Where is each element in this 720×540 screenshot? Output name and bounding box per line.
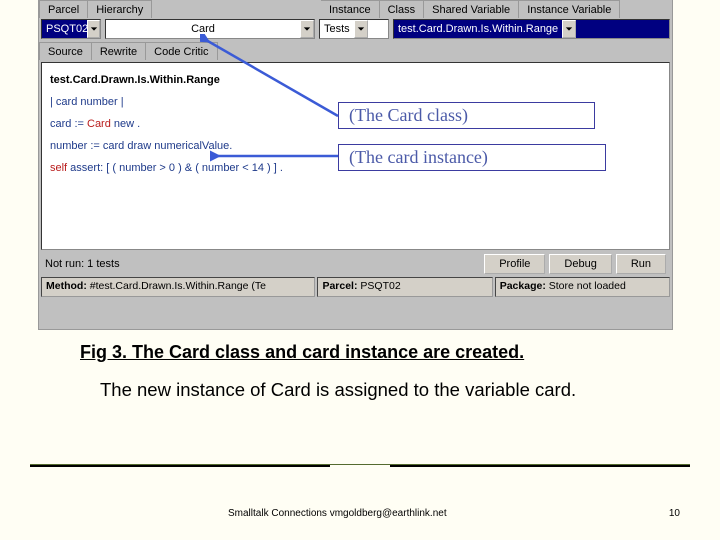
tab-code-critic[interactable]: Code Critic: [145, 42, 217, 60]
code-line-1: test.Card.Drawn.Is.Within.Range: [50, 69, 661, 91]
debug-button[interactable]: Debug: [549, 254, 611, 274]
class-combo[interactable]: Card: [105, 19, 315, 39]
dropdown-arrow-icon[interactable]: [300, 20, 314, 38]
class-combo-value: Card: [106, 23, 300, 35]
info-row: Method: #test.Card.Drawn.Is.Within.Range…: [39, 276, 672, 298]
tab-shared-variable[interactable]: Shared Variable: [423, 0, 519, 18]
dropdown-arrow-icon[interactable]: [562, 20, 576, 38]
profile-button[interactable]: Profile: [484, 254, 545, 274]
tab-parcel[interactable]: Parcel: [39, 0, 88, 18]
package-info: Package: Store not loaded: [495, 277, 670, 297]
top-tabs-row-2: Source Rewrite Code Critic: [39, 40, 672, 60]
figure-caption: Fig 3. The Card class and card instance …: [80, 342, 524, 363]
callout-card-class: (The Card class): [338, 102, 595, 129]
method-combo-value: test.Card.Drawn.Is.Within.Range: [394, 23, 562, 35]
protocol-combo-value: Tests: [320, 23, 354, 35]
parcel-combo-value: PSQT02: [42, 23, 87, 35]
parcel-info: Parcel: PSQT02: [317, 277, 492, 297]
dropdown-arrow-icon[interactable]: [354, 20, 368, 38]
slide: Parcel Hierarchy Instance Class Shared V…: [0, 0, 720, 540]
parcel-combo[interactable]: PSQT02: [41, 19, 101, 39]
protocol-combo[interactable]: Tests: [319, 19, 389, 39]
footer-rule: [30, 464, 690, 465]
status-bar: Not run: 1 tests Profile Debug Run: [39, 252, 672, 276]
run-button[interactable]: Run: [616, 254, 666, 274]
tab-source[interactable]: Source: [39, 42, 92, 60]
combo-row: PSQT02 Card Tests test.Card.Drawn.Is.Wit…: [39, 18, 672, 40]
callout-card-instance: (The card instance): [338, 144, 606, 171]
page-number: 10: [669, 508, 680, 519]
tab-instance[interactable]: Instance: [321, 0, 380, 18]
top-tabs-row-1: Parcel Hierarchy Instance Class Shared V…: [39, 0, 672, 18]
tab-rewrite[interactable]: Rewrite: [91, 42, 146, 60]
method-combo[interactable]: test.Card.Drawn.Is.Within.Range: [393, 19, 670, 39]
footer-credit: Smalltalk Connections vmgoldberg@earthli…: [228, 508, 447, 519]
tab-class[interactable]: Class: [379, 0, 425, 18]
tab-hierarchy[interactable]: Hierarchy: [87, 0, 152, 18]
figure-body-text: The new instance of Card is assigned to …: [100, 378, 640, 402]
tab-instance-variable[interactable]: Instance Variable: [518, 0, 620, 18]
status-text: Not run: 1 tests: [45, 258, 480, 270]
method-info: Method: #test.Card.Drawn.Is.Within.Range…: [41, 277, 315, 297]
dropdown-arrow-icon[interactable]: [87, 20, 100, 38]
